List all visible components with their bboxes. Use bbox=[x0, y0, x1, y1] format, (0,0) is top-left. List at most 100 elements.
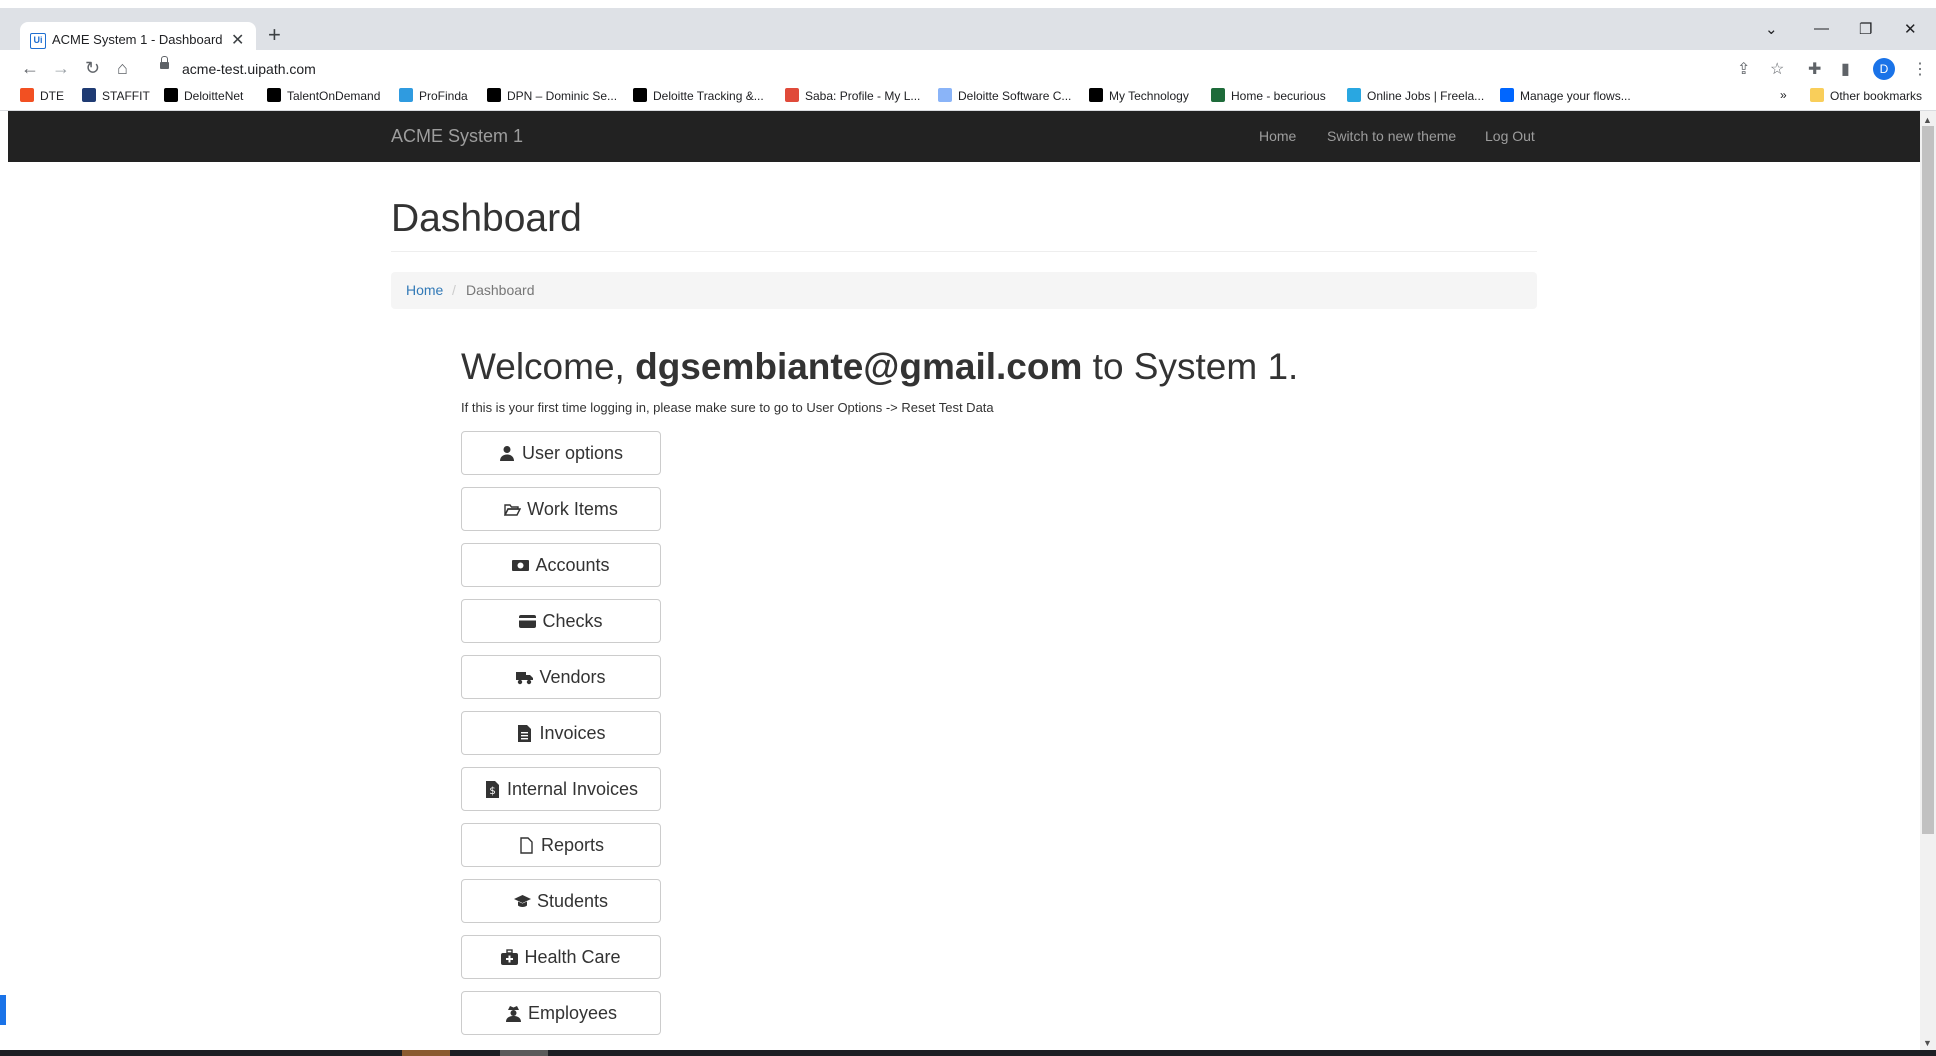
bookmark-label: TalentOnDemand bbox=[287, 89, 381, 103]
bookmark-item[interactable]: Online Jobs | Freela... bbox=[1347, 88, 1484, 103]
menu-button-label: Health Care bbox=[524, 946, 621, 967]
medkit-icon bbox=[501, 948, 519, 965]
scroll-up-arrow-icon[interactable]: ▲ bbox=[1923, 115, 1932, 125]
truck-menu-button[interactable]: Vendors bbox=[461, 655, 661, 699]
user-menu-button[interactable]: User options bbox=[461, 431, 661, 475]
tab-strip: Ui ACME System 1 - Dashboard ✕ + ⌄ — ❐ ✕ bbox=[0, 8, 1936, 58]
lock-icon[interactable] bbox=[160, 56, 169, 69]
nav-link-home[interactable]: Home bbox=[1259, 128, 1296, 144]
breadcrumb-separator: / bbox=[452, 282, 456, 298]
tab-title: ACME System 1 - Dashboard bbox=[52, 32, 223, 47]
tab-search-chevron-icon[interactable]: ⌄ bbox=[1765, 20, 1778, 38]
other-bookmarks[interactable]: Other bookmarks bbox=[1810, 88, 1922, 103]
folder-open-menu-button[interactable]: Work Items bbox=[461, 487, 661, 531]
side-panel-icon[interactable]: ▮ bbox=[1841, 59, 1850, 79]
graduation-cap-icon bbox=[513, 894, 531, 907]
tab-close-icon[interactable]: ✕ bbox=[231, 30, 244, 50]
welcome-heading: Welcome, dgsembiante@gmail.com to System… bbox=[461, 346, 1298, 388]
flow-icon bbox=[1500, 88, 1514, 102]
navbar-brand[interactable]: ACME System 1 bbox=[391, 126, 523, 147]
medkit-menu-button[interactable]: Health Care bbox=[461, 935, 661, 979]
bookmark-item[interactable]: DeloitteNet bbox=[164, 88, 243, 103]
bookmark-item[interactable]: Deloitte Software C... bbox=[938, 88, 1071, 103]
bookmark-star-icon[interactable]: ☆ bbox=[1770, 59, 1784, 79]
bookmark-item[interactable]: TalentOnDemand bbox=[267, 88, 380, 103]
nav-link-switch-theme[interactable]: Switch to new theme bbox=[1327, 128, 1456, 144]
deloitte-d-icon bbox=[487, 88, 501, 102]
bookmark-label: My Technology bbox=[1109, 89, 1189, 103]
nav-link-logout[interactable]: Log Out bbox=[1485, 128, 1535, 144]
forward-arrow-icon[interactable]: → bbox=[52, 58, 70, 79]
file-invoice-menu-button[interactable]: $ Internal Invoices bbox=[461, 767, 661, 811]
folder-open-icon bbox=[504, 503, 522, 516]
new-tab-icon[interactable]: + bbox=[268, 22, 281, 48]
staffit-icon bbox=[82, 88, 96, 102]
user-secret-icon bbox=[505, 1005, 521, 1022]
bookmark-label: DPN – Dominic Se... bbox=[507, 89, 618, 103]
bookmark-item[interactable]: Home - becurious bbox=[1211, 88, 1326, 103]
profile-avatar[interactable]: D bbox=[1873, 58, 1895, 80]
extensions-puzzle-icon[interactable]: ✚ bbox=[1808, 59, 1821, 79]
home-icon[interactable]: ⌂ bbox=[117, 58, 128, 79]
bookmark-item[interactable]: ProFinda bbox=[399, 88, 468, 103]
window-close-icon[interactable]: ✕ bbox=[1904, 20, 1917, 38]
breadcrumb-current: Dashboard bbox=[466, 282, 535, 298]
title-divider bbox=[391, 251, 1537, 252]
welcome-prefix: Welcome, bbox=[461, 346, 636, 387]
bookmark-label: DTE bbox=[40, 89, 64, 103]
welcome-user-email: dgsembiante@gmail.com bbox=[635, 346, 1083, 387]
os-taskbar bbox=[0, 1050, 1936, 1056]
scroll-down-arrow-icon[interactable]: ▼ bbox=[1923, 1038, 1932, 1048]
money-menu-button[interactable]: Accounts bbox=[461, 543, 661, 587]
menu-button-label: Employees bbox=[527, 1002, 618, 1023]
window-edge-marker bbox=[0, 995, 6, 1025]
menu-button-label: User options bbox=[521, 442, 624, 463]
saba-icon bbox=[785, 88, 799, 102]
truck-icon bbox=[516, 671, 534, 684]
taskbar-app[interactable] bbox=[500, 1050, 548, 1056]
browser-menu-icon[interactable]: ⋮ bbox=[1912, 59, 1928, 79]
bookmark-label: DeloitteNet bbox=[184, 89, 244, 103]
user-secret-menu-button[interactable]: Employees bbox=[461, 991, 661, 1035]
breadcrumb-home-link[interactable]: Home bbox=[406, 282, 443, 298]
bookmark-item[interactable]: My Technology bbox=[1089, 88, 1189, 103]
menu-button-label: Internal Invoices bbox=[506, 778, 639, 799]
taskbar-app[interactable] bbox=[402, 1050, 450, 1056]
other-bookmarks-label: Other bookmarks bbox=[1830, 89, 1923, 103]
folder-icon bbox=[1810, 88, 1824, 102]
bookmark-label: Home - becurious bbox=[1231, 89, 1326, 103]
file-menu-button[interactable]: Reports bbox=[461, 823, 661, 867]
bookmark-item[interactable]: DTE bbox=[20, 88, 64, 103]
upwork-icon bbox=[1347, 88, 1361, 102]
menu-button-label: Checks bbox=[542, 610, 603, 631]
bookmark-item[interactable]: STAFFIT bbox=[82, 88, 150, 103]
bookmark-label: Online Jobs | Freela... bbox=[1367, 89, 1485, 103]
c-icon bbox=[1211, 88, 1225, 102]
deloitte-d-icon bbox=[633, 88, 647, 102]
file-text-menu-button[interactable]: Invoices bbox=[461, 711, 661, 755]
address-bar[interactable]: acme-test.uipath.com bbox=[182, 61, 316, 77]
scrollbar-thumb[interactable] bbox=[1922, 126, 1934, 834]
window-top-edge bbox=[0, 0, 1936, 8]
bookmark-item[interactable]: Manage your flows... bbox=[1500, 88, 1631, 103]
reload-icon[interactable]: ↻ bbox=[85, 58, 100, 79]
restore-icon[interactable]: ❐ bbox=[1859, 20, 1872, 38]
bookmarks-overflow-icon[interactable]: » bbox=[1780, 88, 1787, 102]
profinda-icon bbox=[399, 88, 413, 102]
back-arrow-icon[interactable]: ← bbox=[21, 58, 39, 79]
share-icon[interactable]: ⇪ bbox=[1737, 59, 1750, 79]
credit-card-menu-button[interactable]: Checks bbox=[461, 599, 661, 643]
deloitte-d-icon bbox=[164, 88, 178, 102]
deloitte-d-icon bbox=[267, 88, 281, 102]
credit-card-icon bbox=[519, 614, 537, 628]
file-icon bbox=[520, 836, 533, 854]
first-login-hint: If this is your first time logging in, p… bbox=[461, 400, 994, 415]
bookmark-item[interactable]: Deloitte Tracking &... bbox=[633, 88, 764, 103]
menu-button-label: Work Items bbox=[527, 498, 618, 519]
bookmark-item[interactable]: DPN – Dominic Se... bbox=[487, 88, 617, 103]
app-navbar: ACME System 1 Home Switch to new theme L… bbox=[8, 111, 1920, 162]
bookmark-label: Deloitte Tracking &... bbox=[653, 89, 764, 103]
bookmark-item[interactable]: Saba: Profile - My L... bbox=[785, 88, 920, 103]
minimize-icon[interactable]: — bbox=[1814, 20, 1829, 37]
graduation-cap-menu-button[interactable]: Students bbox=[461, 879, 661, 923]
